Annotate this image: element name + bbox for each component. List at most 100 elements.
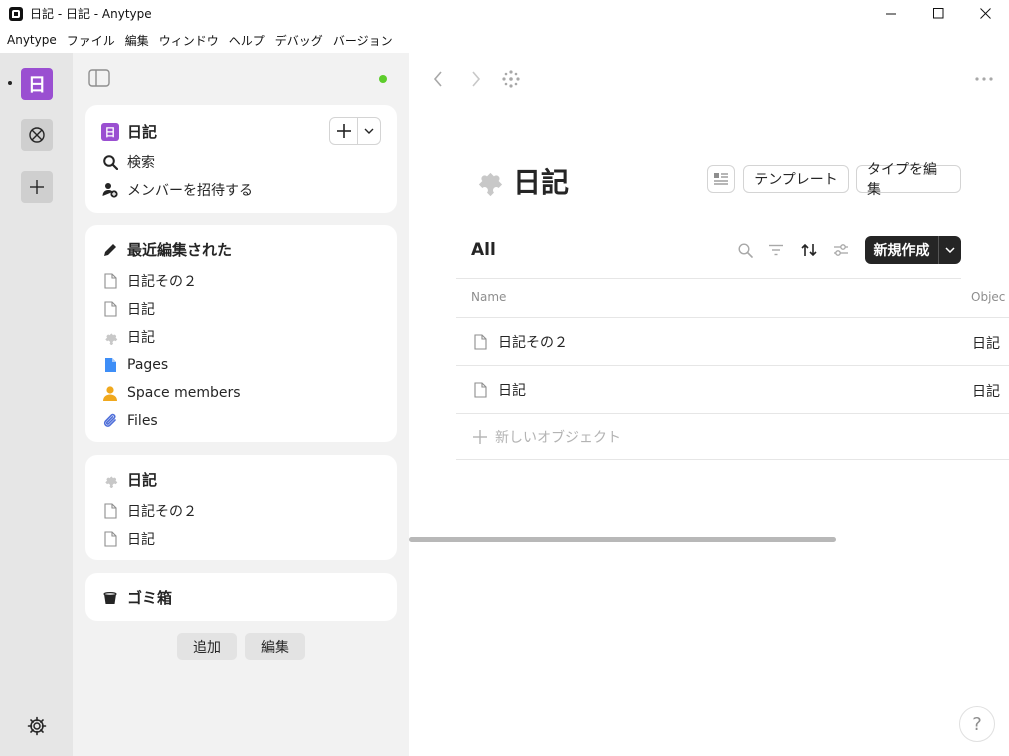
bin-widget-header: ゴミ箱 [101, 587, 172, 608]
template-button[interactable]: テンプレート [743, 165, 849, 193]
divider [456, 413, 1009, 414]
row-name-text: 日記 [498, 383, 526, 399]
help-button[interactable]: ? [959, 706, 995, 742]
puzzle-type-icon [105, 475, 118, 488]
plus-icon [30, 180, 44, 194]
graph-button[interactable] [501, 69, 521, 89]
settings-button[interactable] [26, 715, 48, 737]
space-widget-title: 日記 [127, 123, 158, 141]
table-row[interactable]: 日記その２ [471, 332, 568, 352]
recent-item[interactable]: 日記 [101, 299, 155, 319]
menu-anytype[interactable]: Anytype [2, 33, 62, 47]
column-header-name[interactable]: Name [471, 290, 506, 304]
table-row[interactable]: 日記 [471, 380, 526, 400]
sidebar: 日 日記 検索 メンバーを招待する 最近編集された 日記その２ 日記 日記 Pa… [73, 53, 409, 756]
paperclip-icon [103, 413, 116, 427]
gear-icon [27, 716, 47, 736]
column-header-object-type[interactable]: Objec [971, 290, 1005, 304]
minimize-button[interactable] [868, 0, 915, 27]
add-widget-button[interactable]: 追加 [177, 633, 237, 660]
gallery-icon [29, 127, 45, 143]
new-object-button[interactable]: 新規作成 [865, 236, 939, 264]
window-controls [868, 0, 1009, 27]
close-button[interactable] [962, 0, 1009, 27]
main-content: 日記 テンプレート タイプを編集 All 新規作成 Name Objec 日記そ… [409, 53, 1009, 756]
edit-type-button[interactable]: タイプを編集 [856, 162, 961, 198]
recent-item-space-members[interactable]: Space members [101, 383, 241, 403]
row-type-cell[interactable]: 日記 [972, 333, 1000, 353]
horizontal-scrollbar[interactable] [409, 537, 836, 542]
filter-button[interactable] [766, 240, 786, 260]
sliders-icon [834, 244, 848, 256]
recent-edited-widget: 最近編集された 日記その２ 日記 日記 Pages Space members … [85, 225, 397, 442]
add-space-button[interactable] [21, 171, 53, 203]
menu-file[interactable]: ファイル [62, 32, 120, 49]
menu-help[interactable]: ヘルプ [224, 32, 270, 49]
menu-version[interactable]: バージョン [328, 32, 398, 49]
maximize-button[interactable] [915, 0, 962, 27]
divider [456, 459, 1009, 460]
invite-member-icon [102, 183, 118, 198]
recent-edited-header[interactable]: 最近編集された [101, 239, 232, 260]
layout-button[interactable] [707, 165, 735, 193]
filter-icon [769, 244, 783, 256]
type-widget-header[interactable]: 日記 [101, 469, 157, 490]
recent-item[interactable]: 日記 [101, 327, 155, 347]
new-object-split-button: 新規作成 [865, 236, 961, 264]
more-options-button[interactable] [973, 69, 995, 89]
recent-item[interactable]: 日記その２ [101, 271, 197, 291]
recent-item-pages[interactable]: Pages [101, 355, 168, 375]
space-mini-avatar: 日 [101, 122, 119, 141]
maximize-icon [933, 8, 944, 19]
puzzle-type-icon[interactable] [471, 165, 503, 197]
space-avatar[interactable]: 日 [21, 68, 53, 100]
bin-widget[interactable]: ゴミ箱 [85, 573, 397, 621]
forward-button[interactable] [467, 69, 485, 89]
recent-item-label: 日記その２ [127, 274, 197, 290]
back-button[interactable] [429, 69, 447, 89]
plus-icon [336, 124, 351, 138]
create-object-split-button [329, 117, 381, 145]
window-title: 日記 - 日記 - Anytype [30, 7, 152, 21]
space-widget-header[interactable]: 日 日記 [101, 121, 157, 142]
recent-item-files[interactable]: Files [101, 411, 158, 431]
menu-debug[interactable]: デバッグ [270, 32, 328, 49]
menu-bar: Anytype ファイル 編集 ウィンドウ ヘルプ デバッグ バージョン [0, 27, 1009, 53]
chevron-down-icon [945, 247, 955, 253]
title-bar: 日記 - 日記 - Anytype [0, 0, 1009, 27]
page-header: 日記 [471, 161, 569, 201]
plus-icon [473, 430, 487, 444]
page-icon [103, 531, 117, 547]
page-icon [473, 382, 487, 398]
search-view-button[interactable] [735, 240, 755, 260]
add-new-object-label: 新しいオブジェクト [495, 430, 621, 446]
gallery-button[interactable] [21, 119, 53, 151]
menu-window[interactable]: ウィンドウ [154, 32, 224, 49]
close-icon [980, 8, 991, 19]
view-settings-button[interactable] [831, 240, 851, 260]
chevron-left-icon [433, 71, 442, 87]
chevron-down-icon [364, 128, 374, 134]
create-object-button[interactable] [330, 118, 358, 144]
sidebar-toggle-button[interactable] [88, 69, 110, 89]
page-icon [103, 301, 117, 317]
page-title[interactable]: 日記 [513, 161, 569, 201]
view-name[interactable]: All [471, 240, 496, 260]
row-type-cell[interactable]: 日記 [972, 381, 1000, 401]
menu-edit[interactable]: 編集 [120, 32, 154, 49]
type-widget-item-label: 日記その２ [127, 504, 197, 520]
invite-member-label: メンバーを招待する [127, 183, 253, 199]
pages-icon [104, 358, 116, 372]
add-new-object-row[interactable]: 新しいオブジェクト [471, 427, 621, 447]
divider [456, 317, 1009, 318]
sort-button[interactable] [799, 240, 819, 260]
more-horizontal-icon [975, 77, 993, 81]
type-widget-item[interactable]: 日記 [101, 529, 155, 549]
search-item[interactable]: 検索 [101, 152, 155, 172]
type-widget-item[interactable]: 日記その２ [101, 501, 197, 521]
members-icon [103, 386, 117, 401]
invite-member-item[interactable]: メンバーを招待する [101, 180, 253, 200]
new-object-menu-button[interactable] [939, 236, 961, 264]
edit-widgets-button[interactable]: 編集 [245, 633, 305, 660]
create-object-menu-button[interactable] [358, 118, 380, 144]
